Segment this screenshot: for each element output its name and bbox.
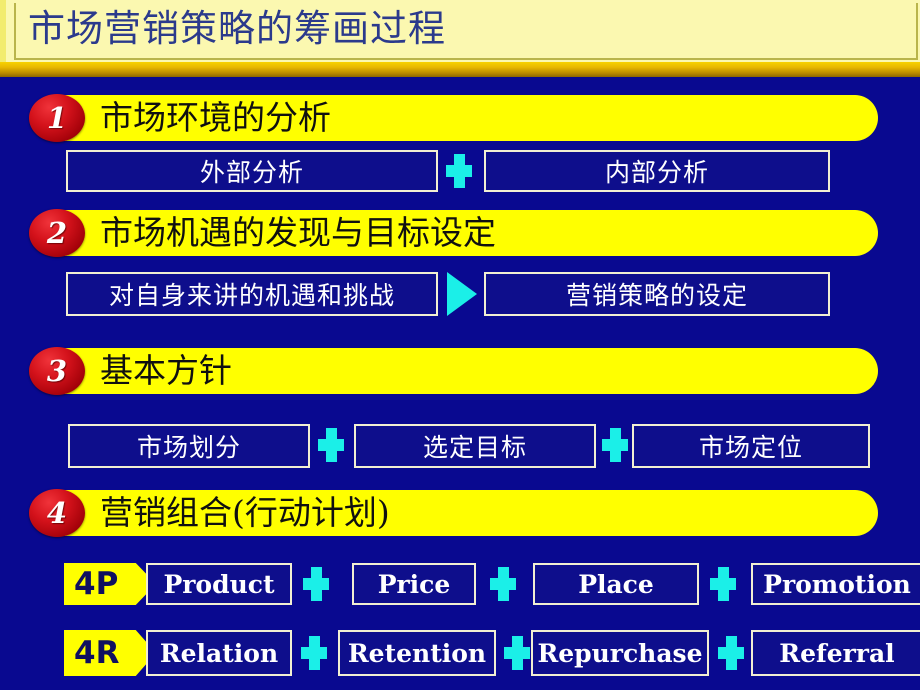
section-2-item-2[interactable]: 营销策略的设定 bbox=[484, 272, 830, 316]
section-3-number: 3 bbox=[46, 354, 68, 388]
slide-title-band: 市场营销策略的筹画过程 bbox=[0, 0, 920, 63]
section-4-4p-item-3-label: Place bbox=[578, 569, 654, 599]
section-3-item-2-label: 选定目标 bbox=[422, 433, 527, 462]
section-4-4r-item-1[interactable]: Relation bbox=[146, 630, 292, 676]
section-4-4p-item-2[interactable]: Price bbox=[352, 563, 476, 605]
section-4-4p-item-2-label: Price bbox=[377, 569, 451, 599]
gold-divider bbox=[0, 62, 920, 77]
section-3-heading: 基本方针 bbox=[100, 351, 232, 390]
section-4-4r-item-4[interactable]: Referral bbox=[751, 630, 920, 676]
triangle-arrow-icon bbox=[447, 272, 477, 316]
plus-icon bbox=[602, 428, 628, 462]
section-1-heading: 市场环境的分析 bbox=[100, 98, 331, 137]
section-2-header-pill: 市场机遇的发现与目标设定 bbox=[40, 210, 878, 256]
section-4-4r-item-2-label: Retention bbox=[347, 638, 487, 668]
section-3-number-badge: 3 bbox=[29, 347, 85, 395]
section-2-item-2-label: 营销策略的设定 bbox=[565, 281, 748, 310]
plus-icon bbox=[710, 567, 736, 601]
section-2-number: 2 bbox=[46, 216, 68, 250]
section-3-item-3[interactable]: 市场定位 bbox=[632, 424, 870, 468]
section-4-number-badge: 4 bbox=[29, 489, 85, 537]
section-1-item-2[interactable]: 内部分析 bbox=[484, 150, 830, 192]
section-4-header-pill: 营销组合(行动计划) bbox=[40, 490, 878, 536]
section-4-heading: 营销组合(行动计划) bbox=[100, 493, 390, 532]
section-2-item-1[interactable]: 对自身来讲的机遇和挑战 bbox=[66, 272, 438, 316]
tag-4r-label: 4R bbox=[74, 635, 120, 671]
section-4-4r-item-3-label: Repurchase bbox=[537, 638, 703, 668]
section-2-number-badge: 2 bbox=[29, 209, 85, 257]
section-3-item-1[interactable]: 市场划分 bbox=[68, 424, 310, 468]
page-title: 市场营销策略的筹画过程 bbox=[28, 7, 446, 50]
section-4-4p-item-3[interactable]: Place bbox=[533, 563, 699, 605]
section-1-number-badge: 1 bbox=[29, 94, 85, 142]
section-3-header-pill: 基本方针 bbox=[40, 348, 878, 394]
section-3-item-1-label: 市场划分 bbox=[136, 433, 241, 462]
plus-icon bbox=[446, 154, 472, 188]
section-1-item-2-label: 内部分析 bbox=[604, 158, 709, 187]
section-4-4p-item-1-label: Product bbox=[163, 569, 275, 599]
section-4-4r-item-3[interactable]: Repurchase bbox=[531, 630, 709, 676]
section-2-item-1-label: 对自身来讲的机遇和挑战 bbox=[108, 281, 395, 310]
section-4-4p-item-1[interactable]: Product bbox=[146, 563, 292, 605]
plus-icon bbox=[303, 567, 329, 601]
section-4-number: 4 bbox=[46, 496, 68, 530]
slide-canvas: 市场营销策略的筹画过程 市场环境的分析 1 外部分析 内部分析 市场机遇的发现与… bbox=[0, 0, 920, 690]
section-1-header-pill: 市场环境的分析 bbox=[40, 95, 878, 141]
section-3-item-2[interactable]: 选定目标 bbox=[354, 424, 596, 468]
section-1-number: 1 bbox=[46, 101, 68, 135]
section-1-item-1[interactable]: 外部分析 bbox=[66, 150, 438, 192]
section-1-item-1-label: 外部分析 bbox=[199, 158, 304, 187]
section-4-4r-item-2[interactable]: Retention bbox=[338, 630, 496, 676]
section-4-4r-item-4-label: Referral bbox=[779, 638, 895, 668]
tag-4r: 4R bbox=[64, 630, 156, 676]
section-3-item-3-label: 市场定位 bbox=[698, 433, 803, 462]
section-4-4p-item-4-label: Promotion bbox=[763, 569, 911, 599]
plus-icon bbox=[318, 428, 344, 462]
section-2-heading: 市场机遇的发现与目标设定 bbox=[100, 213, 496, 252]
plus-icon bbox=[718, 636, 744, 670]
section-4-4p-item-4[interactable]: Promotion bbox=[751, 563, 920, 605]
section-4-4r-item-1-label: Relation bbox=[159, 638, 279, 668]
plus-icon bbox=[301, 636, 327, 670]
plus-icon bbox=[504, 636, 530, 670]
plus-icon bbox=[490, 567, 516, 601]
tag-4p-label: 4P bbox=[74, 566, 119, 602]
tag-4p: 4P bbox=[64, 563, 156, 605]
